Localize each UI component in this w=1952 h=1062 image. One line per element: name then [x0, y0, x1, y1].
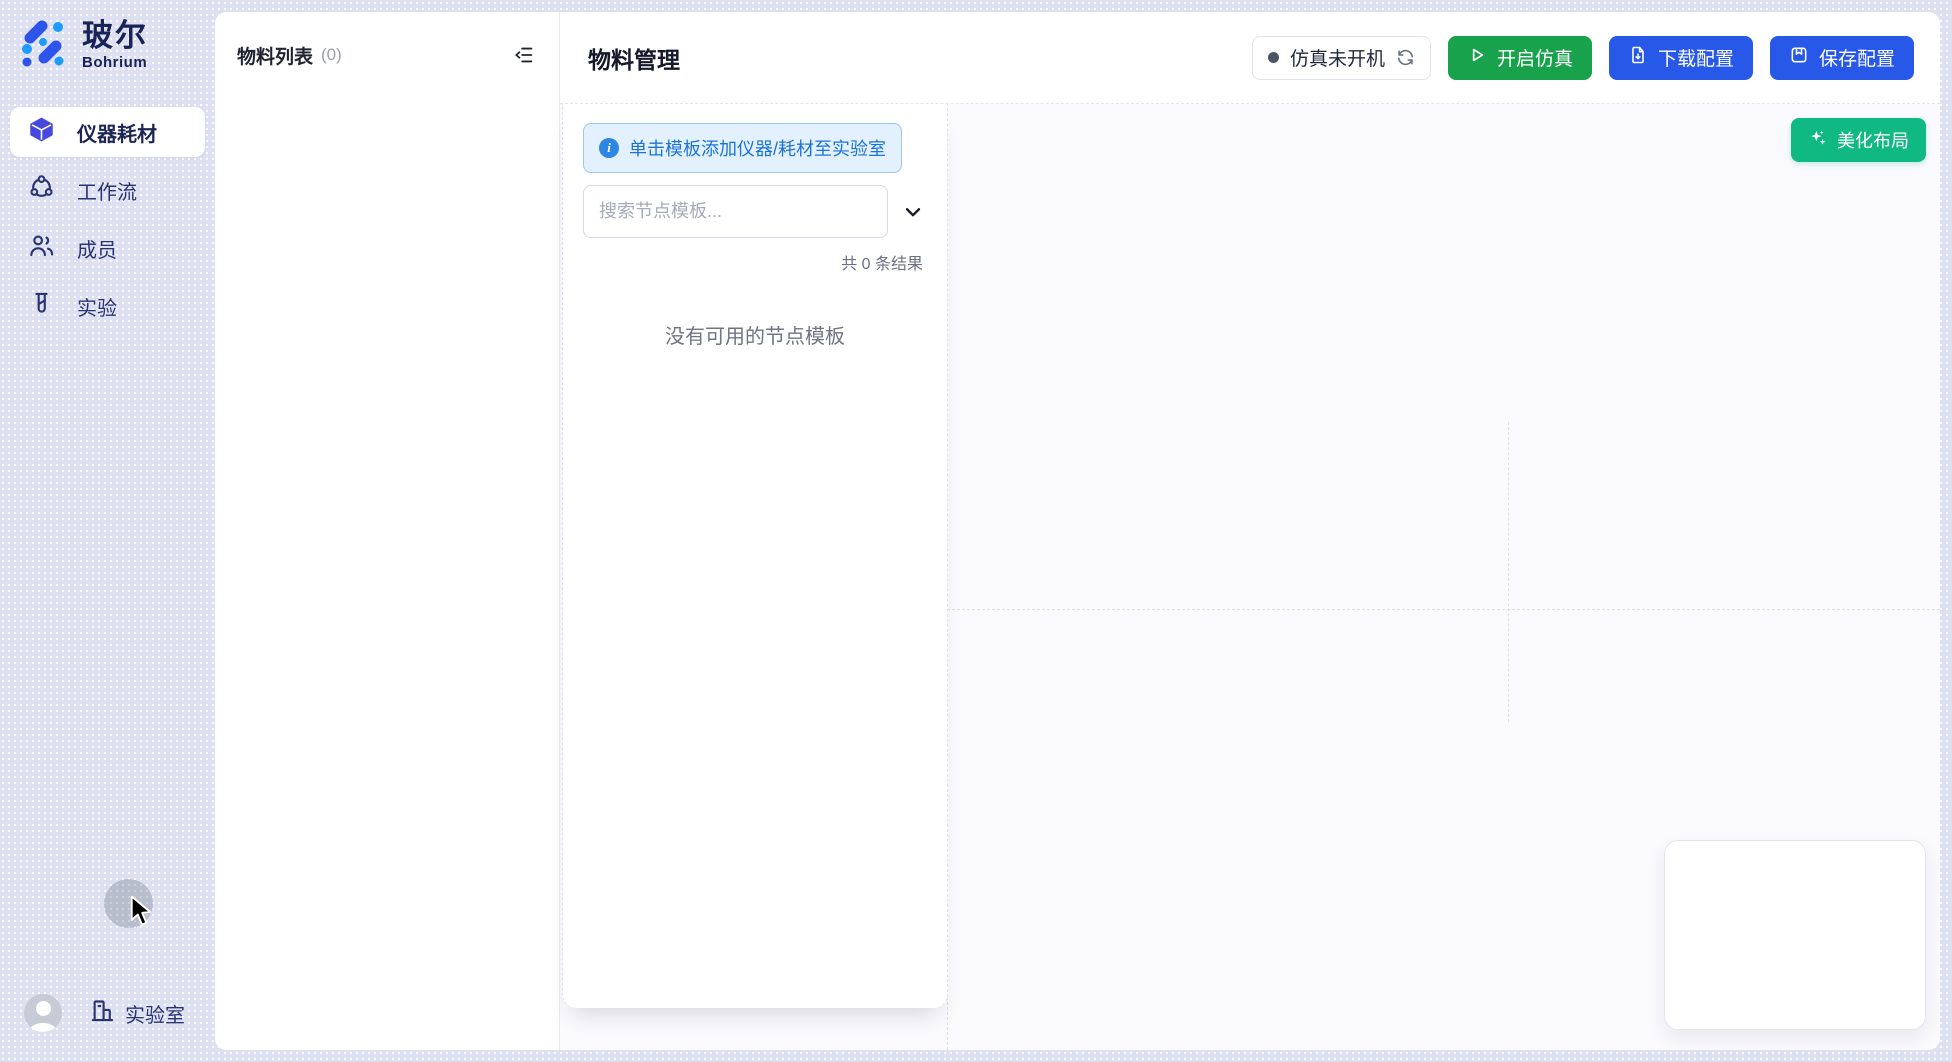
brand-logo: 玻尔 Bohrium	[0, 0, 215, 75]
save-icon	[1789, 45, 1809, 71]
simulation-status-text: 仿真未开机	[1290, 44, 1385, 71]
download-config-button[interactable]: 下载配置	[1609, 36, 1753, 80]
material-list-panel: 物料列表 (0)	[215, 12, 560, 1050]
brand-name-en: Bohrium	[82, 55, 148, 71]
sparkles-icon	[1808, 128, 1828, 153]
sidebar-item-label: 成员	[77, 234, 117, 263]
material-list-header: 物料列表 (0)	[215, 12, 559, 70]
template-hint-banner: i 单击模板添加仪器/耗材至实验室	[583, 123, 902, 173]
status-dot-icon	[1268, 52, 1279, 63]
building-icon	[89, 997, 116, 1030]
workflow-icon	[28, 174, 55, 207]
result-count: 共 0 条结果	[583, 250, 927, 274]
test-tube-icon	[28, 290, 55, 323]
cube-icon	[28, 116, 55, 149]
lab-label: 实验室	[125, 999, 185, 1028]
material-list-title: 物料列表	[237, 42, 313, 69]
canvas-guide-horizontal	[947, 609, 1940, 610]
collapse-panel-button[interactable]	[509, 40, 539, 70]
refresh-status-icon[interactable]	[1396, 48, 1415, 67]
canvas-minimap[interactable]	[1664, 840, 1926, 1030]
header-actions: 仿真未开机	[1252, 36, 1914, 80]
sidebar-item-members[interactable]: 成员	[10, 223, 205, 273]
start-simulation-button[interactable]: 开启仿真	[1448, 36, 1592, 80]
sidebar-footer: 实验室	[0, 994, 215, 1032]
sidebar-item-label: 仪器耗材	[77, 118, 157, 147]
chevron-down-icon[interactable]	[900, 198, 927, 226]
main-area: 物料管理 仿真未开机	[560, 12, 1940, 1050]
mouse-cursor-icon	[128, 895, 154, 932]
content-card: 物料列表 (0) 物料管理 仿真未开机	[215, 12, 1940, 1050]
members-icon	[28, 232, 55, 265]
page-header: 物料管理 仿真未开机	[560, 12, 1940, 104]
brand-name-zh: 玻尔	[82, 20, 148, 53]
save-config-button[interactable]: 保存配置	[1770, 36, 1914, 80]
play-icon	[1467, 45, 1487, 71]
info-icon: i	[599, 138, 619, 158]
page-title: 物料管理	[588, 41, 680, 75]
sidebar-item-experiments[interactable]: 实验	[10, 281, 205, 331]
empty-template-message: 没有可用的节点模板	[583, 320, 927, 349]
sidebar-item-label: 工作流	[77, 176, 137, 205]
simulation-status-pill: 仿真未开机	[1252, 36, 1431, 80]
sidebar-item-label: 实验	[77, 292, 117, 321]
sidebar-item-instruments[interactable]: 仪器耗材	[10, 107, 205, 157]
user-avatar[interactable]	[24, 994, 62, 1032]
sidebar-nav: 仪器耗材 工作流 成员	[10, 107, 205, 339]
lab-canvas[interactable]: i 单击模板添加仪器/耗材至实验室 共 0 条结果 没有可用的节点模板	[560, 104, 1940, 1050]
canvas-guide-vertical-right	[1508, 422, 1509, 722]
beautify-layout-button[interactable]: 美化布局	[1791, 118, 1926, 162]
bohrium-logo-icon	[16, 16, 70, 75]
node-template-panel: i 单击模板添加仪器/耗材至实验室 共 0 条结果 没有可用的节点模板	[562, 104, 948, 1008]
node-template-search-input[interactable]	[583, 185, 888, 238]
sidebar-item-workflow[interactable]: 工作流	[10, 165, 205, 215]
material-list-count: (0)	[321, 45, 342, 65]
file-download-icon	[1628, 45, 1648, 71]
lab-entry[interactable]: 实验室	[89, 997, 185, 1030]
template-hint-text: 单击模板添加仪器/耗材至实验室	[629, 135, 886, 161]
